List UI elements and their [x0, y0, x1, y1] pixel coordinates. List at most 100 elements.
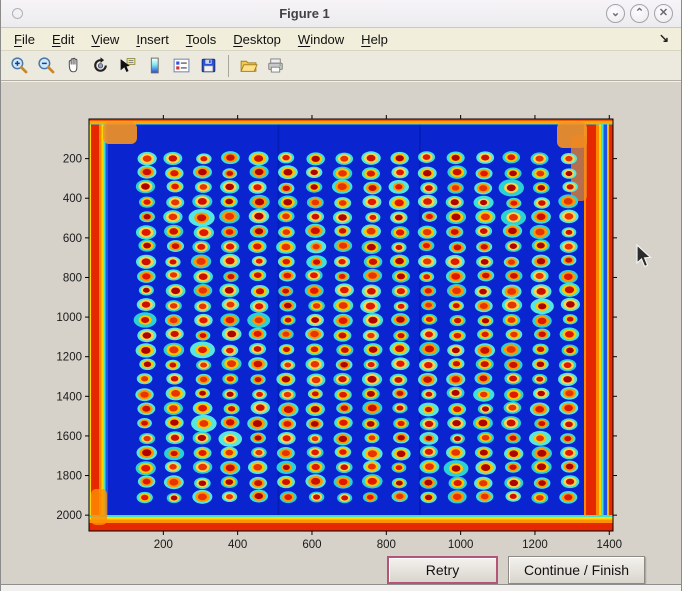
edge-band [89, 520, 613, 524]
spot-center [171, 288, 180, 295]
spot-center [537, 213, 546, 220]
spot-center [537, 258, 546, 264]
spot-center [367, 333, 374, 338]
spot-center [141, 465, 150, 472]
window-title: Figure 1 [3, 6, 606, 21]
x-tick-label: 1200 [522, 539, 548, 551]
dock-figure-icon[interactable]: ↘ [659, 31, 669, 45]
menu-insert[interactable]: Insert [136, 32, 169, 47]
spot-center [510, 494, 517, 499]
spot-center [311, 227, 320, 234]
spot-center [226, 436, 234, 442]
spot-center [198, 169, 207, 175]
spot-center [283, 421, 291, 427]
menu-window[interactable]: Window [298, 32, 344, 47]
spot-center [283, 186, 290, 191]
menu-tools[interactable]: Tools [186, 32, 216, 47]
y-tick-label: 1800 [56, 471, 82, 483]
spot-center [340, 362, 348, 368]
menu-file[interactable]: File [14, 32, 35, 47]
spot-center [367, 228, 376, 235]
spot-center [311, 200, 319, 206]
spot-center [172, 243, 180, 249]
title-bar[interactable]: Figure 1 ⌄ ⌃ ✕ [1, 0, 681, 28]
close-button[interactable]: ✕ [654, 4, 673, 23]
spot-center [170, 303, 177, 309]
edge-band [89, 121, 613, 123]
zoom-out-icon[interactable] [35, 54, 58, 78]
menu-view[interactable]: View [91, 32, 119, 47]
corner-blob [91, 489, 107, 525]
spot-center [171, 495, 178, 500]
spot-center [565, 213, 574, 220]
spot-center [226, 348, 234, 354]
spot-center [285, 318, 292, 323]
edge-band [586, 119, 596, 531]
spot-center [253, 184, 261, 190]
spot-center [282, 376, 291, 382]
print-icon[interactable] [264, 54, 287, 78]
spot-center [423, 198, 432, 205]
spot-center [312, 391, 319, 396]
menu-help[interactable]: Help [361, 32, 388, 47]
menu-desktop[interactable]: Desktop [233, 32, 281, 47]
spot-center [368, 478, 377, 485]
shade-button[interactable]: ⌄ [606, 4, 625, 23]
spot-center [566, 171, 573, 176]
spot-center [226, 229, 234, 235]
spot-center [395, 199, 404, 206]
spot-center [452, 390, 460, 396]
spot-center [423, 154, 431, 160]
continue-finish-button[interactable]: Continue / Finish [508, 556, 645, 584]
spot-center [451, 258, 460, 265]
spot-center [396, 229, 404, 235]
spot-center [225, 199, 233, 205]
spot-center [283, 273, 291, 279]
spot-center [481, 494, 489, 500]
spot-center [396, 317, 404, 323]
legend-icon[interactable] [170, 54, 193, 78]
spot-center [536, 171, 544, 177]
spot-center [538, 185, 546, 191]
spot-center [368, 199, 377, 205]
spot-center [508, 317, 516, 323]
spot-center [566, 348, 574, 354]
menu-edit[interactable]: Edit [52, 32, 74, 47]
rotate-3d-icon[interactable] [89, 54, 112, 78]
retry-button[interactable]: Retry [387, 556, 498, 584]
edge-band [89, 123, 613, 125]
save-icon[interactable] [197, 54, 220, 78]
spot-center [255, 303, 263, 309]
spot-center [454, 245, 462, 251]
spot-center [510, 273, 518, 279]
spot-center [227, 331, 236, 338]
spot-center [510, 201, 517, 206]
spot-center [311, 478, 320, 485]
spot-center [425, 331, 433, 337]
zoom-in-icon[interactable] [8, 54, 31, 78]
spot-center [507, 420, 516, 427]
spot-center [454, 318, 461, 323]
spot-center [507, 154, 515, 160]
spot-center [312, 377, 321, 383]
open-folder-icon[interactable] [237, 54, 260, 78]
spot-center [425, 288, 432, 293]
maximize-button[interactable]: ⌃ [630, 4, 649, 23]
spot-center [453, 303, 460, 308]
spot-center [283, 332, 290, 337]
spot-center [509, 362, 517, 368]
pan-icon[interactable] [62, 54, 85, 78]
colorbar-icon[interactable] [143, 54, 166, 78]
spot-center [397, 421, 404, 426]
spot-center [451, 273, 460, 280]
spot-center [565, 331, 574, 338]
spot-center [535, 406, 544, 413]
spot-center [255, 169, 264, 175]
spot-center [396, 155, 404, 161]
spot-center [480, 303, 488, 309]
data-cursor-icon[interactable] [116, 54, 139, 78]
spot-center [198, 198, 207, 205]
spot-center [199, 304, 207, 310]
spot-center [368, 317, 377, 324]
spot-center [538, 318, 547, 325]
